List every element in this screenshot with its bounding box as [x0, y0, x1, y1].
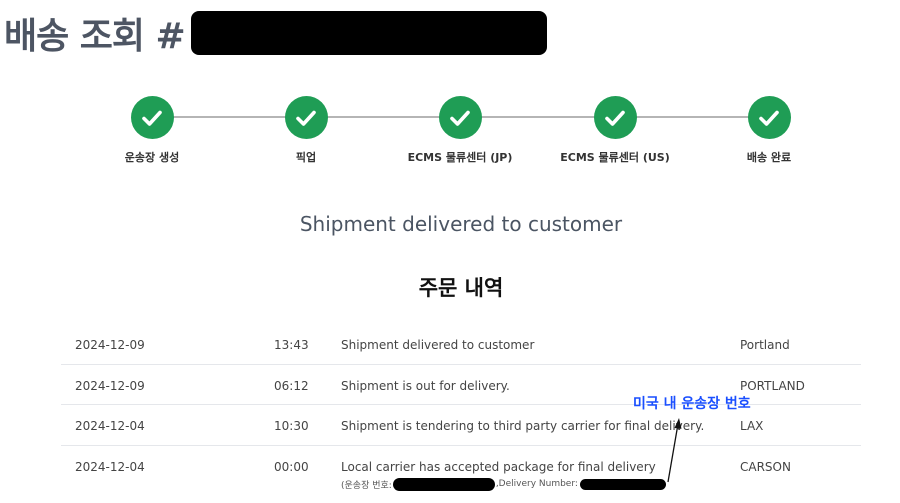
row-date: 2024-12-09: [75, 378, 145, 393]
redacted-tracking-number: [392, 477, 495, 491]
check-icon: [438, 96, 482, 139]
check-icon: [747, 96, 791, 139]
row-location: LAX: [740, 419, 764, 433]
check-icon: [284, 96, 328, 139]
progress-step-label: 픽업: [295, 151, 317, 164]
tracking-number-line: (운송장 번호: ,Delivery Number:: [341, 477, 666, 491]
row-date: 2024-12-04: [75, 419, 145, 433]
row-date: 2024-12-04: [75, 459, 145, 474]
row-location: PORTLAND: [740, 378, 805, 393]
row-description: Shipment delivered to customer: [341, 338, 535, 352]
progress-step-ecms-us: ECMS 물류센터 (US): [535, 96, 695, 165]
progress-step-waybill-created: 운송장 생성: [72, 96, 232, 165]
page-header: 배송 조회 #: [4, 10, 547, 57]
row-time: 06:12: [274, 378, 309, 393]
annotation-label: 미국 내 운송장 번호: [633, 396, 751, 412]
row-time: 00:00: [274, 459, 309, 474]
table-row: 2024-12-09 13:43 Shipment delivered to c…: [61, 324, 861, 365]
redacted-order-number: [190, 11, 547, 55]
check-icon: [593, 96, 637, 139]
progress-step-label: ECMS 물류센터 (JP): [407, 151, 513, 164]
check-icon: [130, 96, 174, 139]
progress-step-pickup: 픽업: [226, 96, 386, 165]
progress-step-label: 운송장 생성: [124, 151, 180, 164]
row-location: Portland: [740, 338, 790, 352]
delivery-progress-tracker: 운송장 생성 픽업 ECMS 물류센터 (JP) ECMS 물류센터 (US) …: [0, 92, 900, 172]
shipment-status: Shipment delivered to customer: [299, 212, 623, 236]
row-location: CARSON: [740, 459, 791, 474]
progress-step-label: 배송 완료: [746, 151, 792, 164]
row-description: Local carrier has accepted package for f…: [341, 459, 656, 474]
row-time: 10:30: [274, 419, 309, 433]
redacted-delivery-number: [579, 478, 666, 490]
page-title: 배송 조회 #: [4, 16, 186, 57]
row-time: 13:43: [274, 338, 309, 352]
progress-step-delivered: 배송 완료: [689, 96, 849, 165]
progress-step-label: ECMS 물류센터 (US): [560, 151, 670, 164]
row-description: Shipment is out for delivery.: [341, 378, 510, 393]
delivery-number-label: ,Delivery Number:: [495, 479, 578, 489]
tracking-number-label: (운송장 번호:: [341, 480, 392, 491]
row-description: Shipment is tendering to third party car…: [341, 419, 705, 433]
order-history-title: 주문 내역: [418, 276, 504, 300]
table-row: 2024-12-04 00:00 Local carrier has accep…: [61, 446, 861, 491]
row-date: 2024-12-09: [75, 338, 145, 352]
progress-step-ecms-jp: ECMS 물류센터 (JP): [380, 96, 540, 165]
